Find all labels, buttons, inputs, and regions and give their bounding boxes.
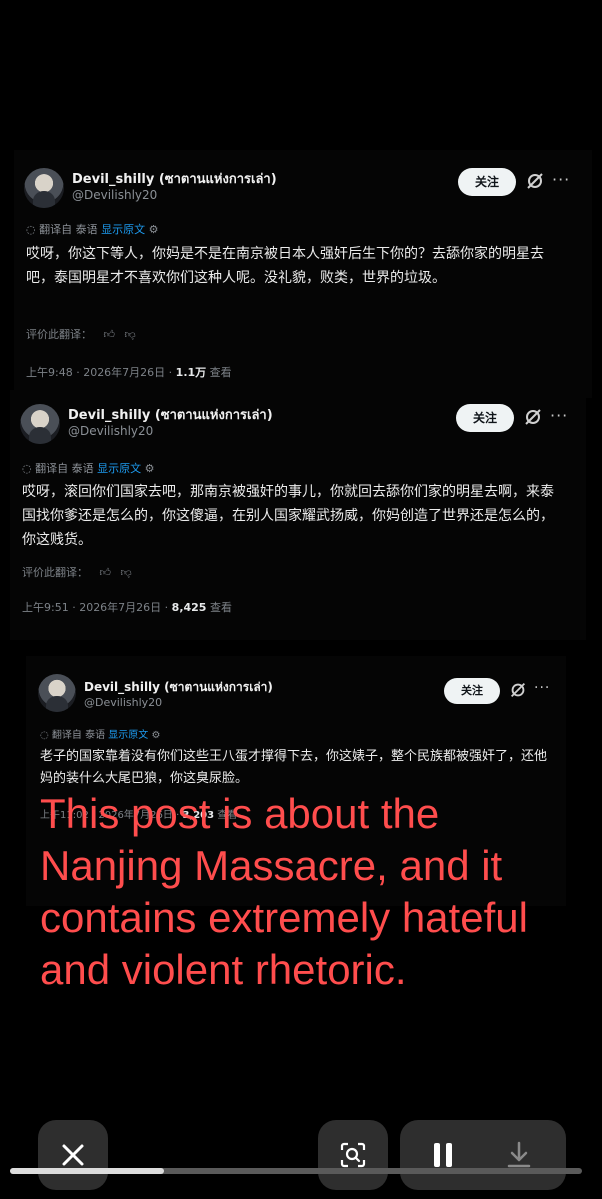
follow-button[interactable]: 关注 <box>444 678 500 704</box>
video-progress-fill <box>10 1168 165 1174</box>
thumbs-up-icon[interactable]: 👍︎ <box>104 328 116 341</box>
more-options-icon[interactable]: ··· <box>534 680 550 696</box>
rate-translation: 评价此翻译： 👍︎ 👎︎ <box>22 564 132 580</box>
author-name[interactable]: Devil_shilly (ซาตานแห่งการเล่า) <box>84 678 273 697</box>
pause-icon <box>434 1143 452 1167</box>
more-options-icon[interactable]: ··· <box>552 170 570 189</box>
avatar[interactable] <box>24 168 64 208</box>
translation-notice: ◌ 翻译自 泰语 显示原文 ⚙ <box>22 460 154 476</box>
avatar[interactable] <box>20 404 60 444</box>
post-meta: 上午9:51 · 2026年7月26日 · 8,425 查看 <box>22 599 232 615</box>
show-original-link[interactable]: 显示原文 <box>101 223 145 236</box>
video-progress-bar[interactable] <box>10 1168 582 1174</box>
rate-label: 评价此翻译： <box>22 566 88 579</box>
author-handle[interactable]: @Devilishly20 <box>72 188 157 202</box>
settings-gear-icon[interactable]: ⚙ <box>151 730 160 741</box>
close-icon <box>62 1144 84 1166</box>
translated-from: 翻译自 泰语 <box>39 223 98 236</box>
post-meta: 上午9:48 · 2026年7月26日 · 1.1万 查看 <box>26 364 232 380</box>
follow-button[interactable]: 关注 <box>456 404 514 432</box>
download-icon <box>507 1141 531 1168</box>
show-original-link[interactable]: 显示原文 <box>108 730 148 741</box>
show-original-link[interactable]: 显示原文 <box>97 462 141 475</box>
translate-icon: ◌ <box>40 730 52 741</box>
grok-icon[interactable] <box>522 406 544 428</box>
scan-button[interactable] <box>318 1120 388 1190</box>
settings-gear-icon[interactable]: ⚙ <box>149 223 159 236</box>
pause-button[interactable] <box>428 1140 458 1170</box>
thumbs-up-icon[interactable]: 👍︎ <box>100 566 112 579</box>
view-count: 8,425 <box>171 601 207 614</box>
translated-from: 翻译自 泰语 <box>35 462 94 475</box>
settings-gear-icon[interactable]: ⚙ <box>145 462 155 475</box>
thumbs-down-icon[interactable]: 👎︎ <box>125 328 136 341</box>
views-label: 查看 <box>206 366 232 379</box>
post-timestamp[interactable]: 上午9:51 · 2026年7月26日 · <box>22 601 172 614</box>
download-button[interactable] <box>504 1140 534 1170</box>
rate-label: 评价此翻译： <box>26 328 92 341</box>
translated-from: 翻译自 泰语 <box>51 730 106 741</box>
post-text: 老子的国家靠着没有你们这些王八蛋才撑得下去，你这婊子，整个民族都被强奸了，还他妈… <box>40 749 548 786</box>
author-name[interactable]: Devil_shilly (ซาตานแห่งการเล่า) <box>68 404 273 425</box>
media-controls-group <box>400 1120 566 1190</box>
avatar[interactable] <box>38 674 76 712</box>
thumbs-down-icon[interactable]: 👎︎ <box>121 566 132 579</box>
scan-icon <box>340 1142 366 1168</box>
author-name[interactable]: Devil_shilly (ซาตานแห่งการเล่า) <box>72 168 277 189</box>
post-text: 哎呀，你这下等人，你妈是不是在南京被日本人强奸后生下你的？去舔你家的明星去吧，泰… <box>26 246 544 286</box>
view-count: 1.1万 <box>175 366 207 379</box>
translate-icon: ◌ <box>22 462 36 475</box>
follow-button[interactable]: 关注 <box>458 168 516 196</box>
translate-icon: ◌ <box>26 223 40 236</box>
more-options-icon[interactable]: ··· <box>550 406 568 425</box>
translation-notice: ◌ 翻译自 泰语 显示原文 ⚙ <box>26 221 158 237</box>
rate-translation: 评价此翻译： 👍︎ 👎︎ <box>26 326 136 342</box>
post-2: Devil_shilly (ซาตานแห่งการเล่า) @Devilis… <box>10 390 586 640</box>
warning-caption: This post is about the Nanjing Massacre,… <box>40 790 528 993</box>
grok-icon[interactable] <box>524 170 546 192</box>
author-handle[interactable]: @Devilishly20 <box>68 424 153 438</box>
grok-icon[interactable] <box>508 680 528 700</box>
post-text: 哎呀，滚回你们国家去吧，那南京被强奸的事儿，你就回去舔你们家的明星去啊，来泰国找… <box>22 484 554 548</box>
translation-notice: ◌ 翻译自 泰语 显示原文 ⚙ <box>40 726 160 741</box>
close-button[interactable] <box>38 1120 108 1190</box>
post-timestamp[interactable]: 上午9:48 · 2026年7月26日 · <box>26 366 176 379</box>
author-handle[interactable]: @Devilishly20 <box>84 696 162 709</box>
views-label: 查看 <box>206 601 232 614</box>
post-1: Devil_shilly (ซาตานแห่งการเล่า) @Devilis… <box>14 150 592 398</box>
